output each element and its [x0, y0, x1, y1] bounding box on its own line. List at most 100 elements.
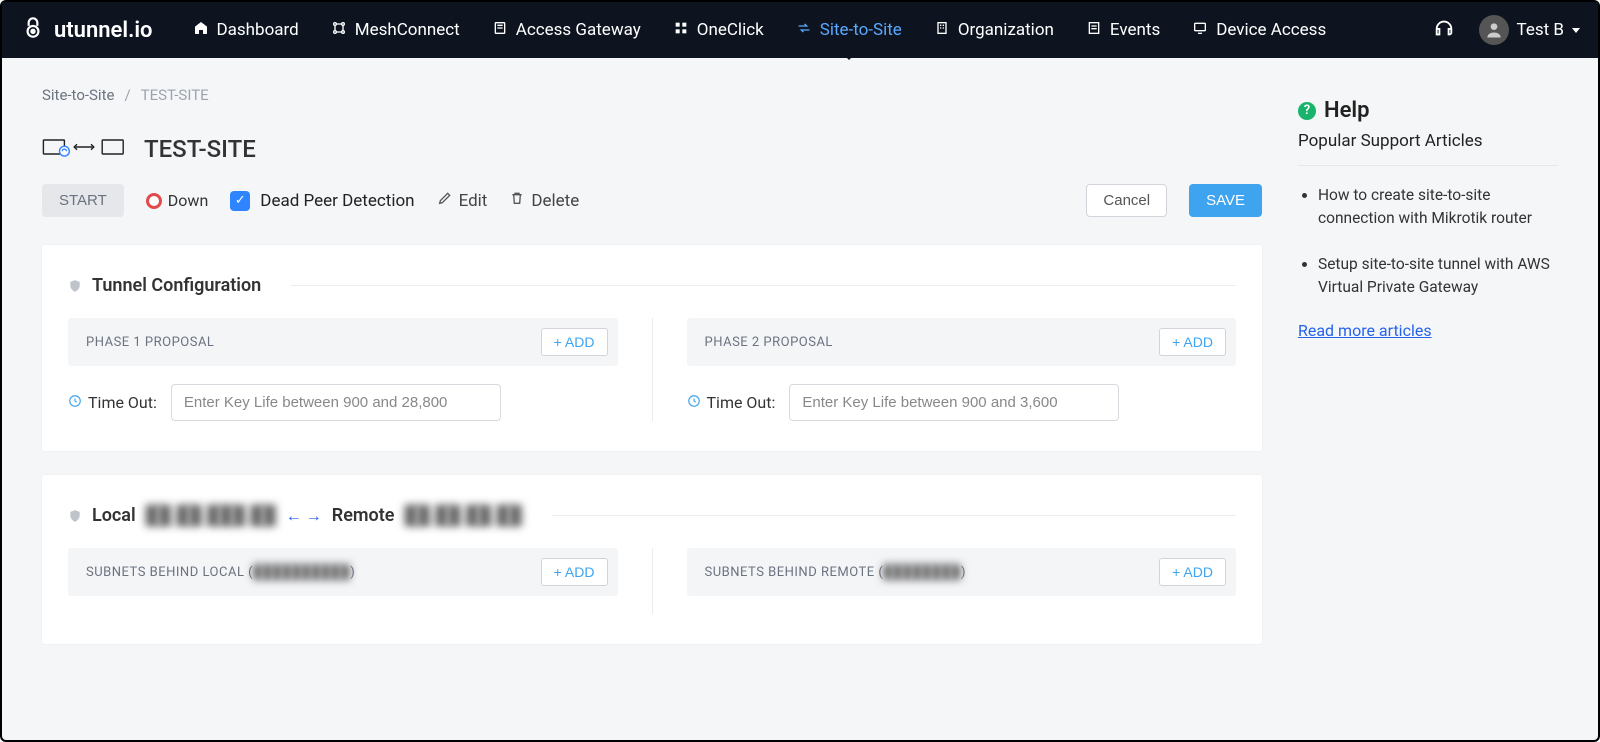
read-more-link[interactable]: Read more articles [1298, 321, 1432, 340]
home-icon [193, 20, 209, 41]
cancel-button[interactable]: Cancel [1086, 184, 1167, 217]
subnets-local-add-button[interactable]: + ADD [541, 558, 608, 586]
nav-right: Test B [1433, 15, 1580, 45]
tunnel-columns: PHASE 1 PROPOSAL + ADD Time Out: PHASE 2… [68, 318, 1236, 421]
phase1-add-button[interactable]: + ADD [541, 328, 608, 356]
status-text: Down [168, 191, 208, 210]
edit-label: Edit [459, 191, 488, 211]
trash-icon [509, 190, 525, 211]
remote-ip: ██.██.██.██ [404, 505, 521, 526]
dpd-toggle[interactable]: ✓ Dead Peer Detection [230, 191, 414, 211]
help-title: Help [1324, 98, 1370, 123]
phase1-label: PHASE 1 PROPOSAL [86, 335, 214, 350]
phase2-header: PHASE 2 PROPOSAL + ADD [687, 318, 1237, 366]
grid-icon [673, 20, 689, 41]
avatar-icon [1479, 15, 1509, 45]
nav-events[interactable]: Events [1086, 20, 1160, 41]
shield-icon [68, 508, 82, 524]
phase2-timeout-input[interactable] [789, 384, 1119, 421]
subnets-local-label: SUBNETS BEHIND LOCAL (██████████) [86, 564, 355, 580]
help-subtitle: Popular Support Articles [1298, 131, 1558, 151]
phase1-timeout-input[interactable] [171, 384, 501, 421]
nav-access-gateway[interactable]: Access Gateway [492, 20, 641, 41]
local-ip: ██.██.███.██ [146, 505, 276, 526]
headset-icon[interactable] [1433, 17, 1455, 43]
nav-organization[interactable]: Organization [934, 20, 1054, 41]
breadcrumb-current: TEST-SITE [141, 86, 209, 104]
nav-items: Dashboard MeshConnect Access Gateway One… [193, 20, 1423, 41]
help-sidebar: ? Help Popular Support Articles How to c… [1298, 86, 1558, 740]
breadcrumb-root[interactable]: Site-to-Site [42, 86, 114, 104]
divider [1298, 165, 1558, 166]
nav-device-access[interactable]: Device Access [1192, 20, 1326, 41]
mesh-icon [331, 20, 347, 41]
delete-action[interactable]: Delete [509, 190, 579, 211]
save-button[interactable]: SAVE [1189, 184, 1262, 217]
start-button[interactable]: START [42, 184, 124, 217]
nav-label: Dashboard [217, 20, 299, 40]
subnets-remote-column: SUBNETS BEHIND REMOTE (████████) + ADD [652, 548, 1237, 614]
tunnel-config-card: Tunnel Configuration PHASE 1 PROPOSAL + … [42, 245, 1262, 451]
endpoints-card: Local ██.██.███.██ ← → Remote ██.██.██.█… [42, 475, 1262, 644]
building-icon [934, 20, 950, 41]
local-label: Local [92, 505, 136, 526]
clock-icon [68, 393, 82, 412]
breadcrumb-separator: / [124, 86, 130, 104]
brand[interactable]: utunnel.io [20, 14, 153, 46]
subnets-local-column: SUBNETS BEHIND LOCAL (██████████) + ADD [68, 548, 618, 614]
dpd-label: Dead Peer Detection [260, 191, 414, 211]
nav-label: Site-to-Site [820, 20, 902, 40]
subnets-remote-header: SUBNETS BEHIND REMOTE (████████) + ADD [687, 548, 1237, 596]
subnets-remote-add-button[interactable]: + ADD [1159, 558, 1226, 586]
list-icon [1086, 20, 1102, 41]
subnets-local-header: SUBNETS BEHIND LOCAL (██████████) + ADD [68, 548, 618, 596]
nav-meshconnect[interactable]: MeshConnect [331, 20, 460, 41]
nav-oneclick[interactable]: OneClick [673, 20, 764, 41]
edit-action[interactable]: Edit [437, 190, 488, 211]
pencil-icon [437, 190, 453, 211]
nav-label: MeshConnect [355, 20, 460, 40]
title-row: TEST-SITE [42, 132, 1262, 166]
server-icon [492, 20, 508, 41]
nav-label: Events [1110, 20, 1160, 40]
site-to-site-glyph-icon [42, 132, 126, 166]
help-heading: ? Help [1298, 98, 1558, 123]
brand-text: utunnel.io [54, 18, 153, 43]
phase1-timeout-label: Time Out: [88, 393, 157, 412]
bidirectional-arrow-icon: ← → [286, 506, 322, 526]
nav-label: Organization [958, 20, 1054, 40]
tunnel-config-title: Tunnel Configuration [92, 275, 261, 296]
delete-label: Delete [531, 191, 579, 211]
action-row: START Down ✓ Dead Peer Detection Edit De… [42, 184, 1262, 217]
help-articles: How to create site-to-site connection wi… [1298, 184, 1558, 299]
divider [291, 285, 1236, 286]
nav-dashboard[interactable]: Dashboard [193, 20, 299, 41]
phase2-add-button[interactable]: + ADD [1159, 328, 1226, 356]
breadcrumb: Site-to-Site / TEST-SITE [42, 86, 1262, 104]
help-article-link[interactable]: How to create site-to-site connection wi… [1318, 184, 1558, 231]
exchange-icon [796, 20, 812, 41]
phase2-label: PHASE 2 PROPOSAL [705, 335, 833, 350]
card-header: Tunnel Configuration [68, 275, 1236, 296]
main-column: Site-to-Site / TEST-SITE TEST-SITE [42, 86, 1262, 740]
phase2-column: PHASE 2 PROPOSAL + ADD Time Out: [652, 318, 1237, 421]
brand-lock-icon [20, 14, 46, 46]
active-caret-icon [842, 53, 856, 60]
user-menu[interactable]: Test B [1479, 15, 1580, 45]
remote-label: Remote [332, 505, 395, 526]
nav-label: Device Access [1216, 20, 1326, 40]
nav-label: OneClick [697, 20, 764, 40]
user-name: Test B [1517, 20, 1564, 40]
nav-site-to-site[interactable]: Site-to-Site [796, 20, 902, 41]
phase2-timeout: Time Out: [687, 384, 1237, 421]
monitor-icon [1192, 20, 1208, 41]
status-indicator: Down [146, 191, 208, 210]
checkbox-checked-icon[interactable]: ✓ [230, 191, 250, 211]
phase1-header: PHASE 1 PROPOSAL + ADD [68, 318, 618, 366]
phase1-column: PHASE 1 PROPOSAL + ADD Time Out: [68, 318, 618, 421]
topnav: utunnel.io Dashboard MeshConnect Access … [2, 2, 1598, 58]
nav-label: Access Gateway [516, 20, 641, 40]
page-body: Site-to-Site / TEST-SITE TEST-SITE [2, 58, 1598, 740]
chevron-down-icon [1572, 28, 1580, 33]
help-article-link[interactable]: Setup site-to-site tunnel with AWS Virtu… [1318, 253, 1558, 300]
